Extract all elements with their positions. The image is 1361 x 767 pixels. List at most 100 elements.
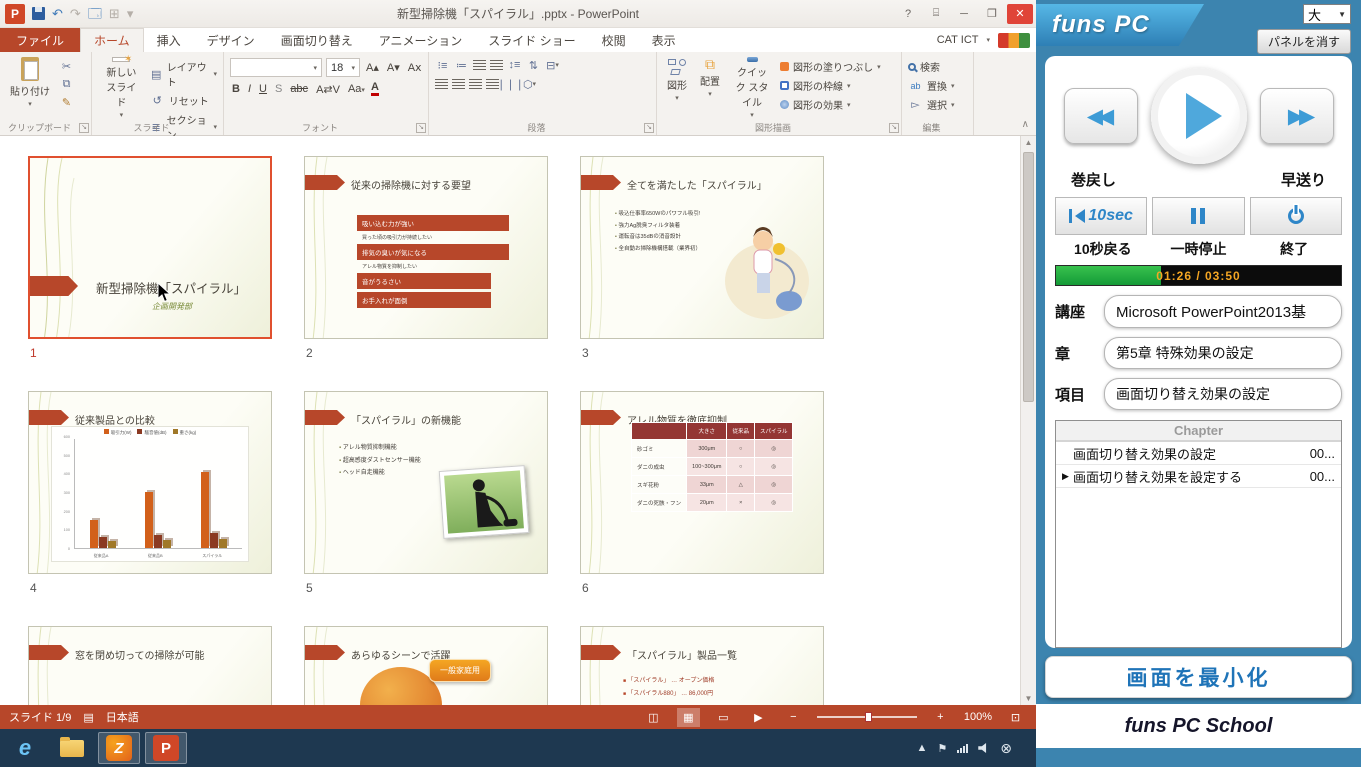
zoom-in-icon[interactable]: + xyxy=(929,708,952,727)
collapse-ribbon-icon[interactable]: ∧ xyxy=(1022,119,1029,130)
reading-view-icon[interactable]: ▭ xyxy=(712,708,735,727)
customize-qat-icon[interactable]: ▾ xyxy=(127,7,134,20)
indent-decrease-icon[interactable] xyxy=(473,60,486,71)
clipboard-dialog-launcher[interactable]: ↘ xyxy=(79,123,89,133)
arrange-button[interactable]: ⧉ 配置 ▾ xyxy=(696,56,724,120)
minimize-screen-button[interactable]: 画面を最小化 xyxy=(1045,656,1352,698)
font-name-combo[interactable]: ▾ xyxy=(230,58,322,77)
shapes-button[interactable]: 図形 ▾ xyxy=(663,56,691,120)
strikethrough-icon[interactable]: abc xyxy=(288,83,310,95)
zoom-slider[interactable] xyxy=(817,716,917,718)
scroll-up-icon[interactable]: ▲ xyxy=(1021,138,1036,147)
tab-file[interactable]: ファイル xyxy=(0,28,80,52)
align-center-icon[interactable] xyxy=(452,79,465,90)
font-size-combo[interactable]: 18▾ xyxy=(326,58,360,77)
touch-mode-icon[interactable]: ⊞ xyxy=(109,7,120,20)
restore-button[interactable]: ❐ xyxy=(979,4,1005,24)
back-10sec-button[interactable]: 10sec xyxy=(1055,197,1147,235)
remove-hardware-icon[interactable]: ⊗ xyxy=(1000,740,1012,757)
format-painter-icon[interactable]: ✎ xyxy=(59,95,74,109)
fast-forward-button[interactable]: ▶▶ xyxy=(1260,88,1334,144)
paragraph-dialog-launcher[interactable]: ↘ xyxy=(644,123,654,133)
columns-icon[interactable]: ❘❘❘ xyxy=(503,77,518,91)
taskbar-explorer[interactable] xyxy=(51,732,93,764)
save-icon[interactable] xyxy=(32,7,45,20)
pause-button[interactable] xyxy=(1152,197,1244,235)
line-spacing-icon[interactable]: ↕≡ xyxy=(507,58,522,72)
vertical-scrollbar[interactable]: ▲ ▼ xyxy=(1020,136,1036,705)
indent-increase-icon[interactable] xyxy=(490,60,503,71)
fit-to-window-icon[interactable]: ⊡ xyxy=(1004,708,1027,727)
volume-icon[interactable] xyxy=(978,742,990,754)
undo-icon[interactable]: ↶ xyxy=(52,7,63,20)
slide-thumbnail-8[interactable]: あらゆるシーンで活躍 一般家庭用 xyxy=(304,626,548,705)
slide-sorter-view-icon[interactable]: ▦ xyxy=(677,708,700,727)
numbering-icon[interactable]: ≔ xyxy=(454,58,469,72)
taskbar-funs-app[interactable]: Z xyxy=(98,732,140,764)
underline-icon[interactable]: U xyxy=(257,83,269,95)
help-button[interactable]: ? xyxy=(895,4,921,24)
language-indicator[interactable]: 日本語 xyxy=(106,709,139,725)
tab-insert[interactable]: 挿入 xyxy=(144,28,194,52)
tab-animations[interactable]: アニメーション xyxy=(366,28,476,52)
powerpoint-app-icon[interactable]: P xyxy=(5,4,25,24)
taskbar-powerpoint[interactable]: P xyxy=(145,732,187,764)
bullets-icon[interactable]: ⁝≡ xyxy=(435,58,450,72)
character-spacing-icon[interactable]: A⇄V xyxy=(314,83,342,96)
clear-formatting-icon[interactable]: A𝗑 xyxy=(406,61,424,74)
tab-review[interactable]: 校閲 xyxy=(589,28,639,52)
chapter-row-2[interactable]: ▶ 画面切り替え効果を設定する 00... xyxy=(1056,465,1341,488)
replace-button[interactable]: ab置換▾ xyxy=(908,78,955,93)
normal-view-icon[interactable]: ◫ xyxy=(642,708,665,727)
italic-icon[interactable]: I xyxy=(246,83,253,95)
show-hidden-icons-icon[interactable]: ▲ xyxy=(917,742,928,754)
select-button[interactable]: ▻選択▾ xyxy=(908,97,955,112)
account-name[interactable]: CAT ICT xyxy=(937,34,979,46)
ribbon-display-options-button[interactable]: ⌸ xyxy=(923,4,949,24)
rewind-button[interactable]: ◀◀ xyxy=(1064,88,1138,144)
layout-button[interactable]: ▤レイアウト▾ xyxy=(150,59,217,89)
slide-thumbnail-3[interactable]: 全てを満たした「スパイラル」 吸込仕事率650Wのパワフル吸引! 強力Ag脱臭フ… xyxy=(580,156,824,339)
text-shadow-icon[interactable]: S xyxy=(273,83,284,95)
new-slide-button[interactable]: 新しいスライド ▾ xyxy=(98,56,145,120)
bold-icon[interactable]: B xyxy=(230,83,242,95)
drawing-dialog-launcher[interactable]: ↘ xyxy=(889,123,899,133)
action-center-flag-icon[interactable]: ⚑ xyxy=(937,742,947,755)
align-text-icon[interactable]: ⊟▾ xyxy=(545,58,560,72)
text-direction-icon[interactable]: ⇅ xyxy=(526,58,541,72)
hide-panel-button[interactable]: パネルを消す xyxy=(1257,29,1351,54)
chapter-row-1[interactable]: 画面切り替え効果の設定 00... xyxy=(1056,442,1341,465)
shape-effects-button[interactable]: 図形の効果▾ xyxy=(780,97,881,112)
cut-icon[interactable]: ✂ xyxy=(59,59,74,73)
minimize-button[interactable]: ─ xyxy=(951,4,977,24)
convert-smartart-icon[interactable]: ⬡▾ xyxy=(522,77,537,91)
font-size-select[interactable]: 大▼ xyxy=(1303,4,1351,24)
slideshow-view-icon[interactable]: ▶ xyxy=(747,708,770,727)
slide-thumbnail-7[interactable]: 窓を閉め切っての掃除が可能 xyxy=(28,626,272,705)
redo-icon[interactable]: ↷ xyxy=(70,7,81,20)
zoom-slider-thumb[interactable] xyxy=(865,712,872,722)
taskbar-ie[interactable]: e xyxy=(4,732,46,764)
tab-home[interactable]: ホーム xyxy=(80,28,144,52)
quick-styles-button[interactable]: クイック スタイル ▾ xyxy=(729,56,775,120)
quit-button[interactable] xyxy=(1250,197,1342,235)
zoom-level[interactable]: 100% xyxy=(964,711,992,723)
slide-thumbnail-2[interactable]: 従来の掃除機に対する要望 吸い込む力が強い 買った頃の吸引力が持続したい 排気の… xyxy=(304,156,548,339)
scrollbar-thumb[interactable] xyxy=(1023,152,1034,402)
scroll-down-icon[interactable]: ▼ xyxy=(1021,694,1036,703)
shrink-font-icon[interactable]: A▾ xyxy=(385,61,402,74)
tab-view[interactable]: 表示 xyxy=(639,28,689,52)
grow-font-icon[interactable]: A▴ xyxy=(364,61,381,74)
font-color-icon[interactable]: A xyxy=(371,82,379,96)
close-button[interactable]: ✕ xyxy=(1007,4,1033,24)
font-dialog-launcher[interactable]: ↘ xyxy=(416,123,426,133)
change-case-icon[interactable]: Aa▾ xyxy=(346,83,367,95)
slide-thumbnail-4[interactable]: 従来製品との比較 吸引力(W) 騒音値(dB) 重さ(kg) 600500400… xyxy=(28,391,272,574)
zoom-out-icon[interactable]: − xyxy=(782,708,805,727)
tab-slideshow[interactable]: スライド ショー xyxy=(475,28,588,52)
align-right-icon[interactable] xyxy=(469,79,482,90)
shape-fill-button[interactable]: 図形の塗りつぶし▾ xyxy=(780,59,881,74)
start-slideshow-icon[interactable]: 🗔 xyxy=(88,7,102,20)
slide-thumbnail-6[interactable]: アレル物質を徹底抑制 大きさ 従来品 スパイラル 砂ゴミ300μm○◎ ダニの成… xyxy=(580,391,824,574)
shape-outline-button[interactable]: 図形の枠線▾ xyxy=(780,78,881,93)
